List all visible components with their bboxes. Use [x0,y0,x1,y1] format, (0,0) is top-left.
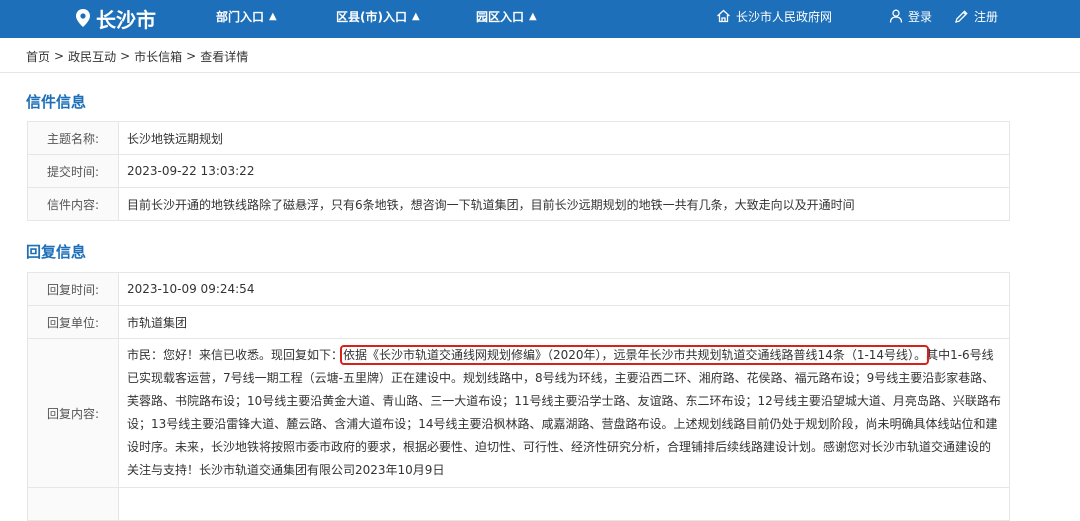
table-row: 回复内容: 市民：您好！来信已收悉。现回复如下：依据《长沙市轨道交通线网规划修编… [27,338,1010,488]
nav-park-entry[interactable]: 园区入口 ▲ [476,0,537,32]
city-name: 长沙市 [96,7,156,32]
subject-value: 长沙地铁远期规划 [118,121,1010,155]
table-row: 信件内容: 目前长沙开通的地铁线路除了磁悬浮，只有6条地铁，想咨询一下轨道集团，… [27,187,1010,221]
header-divider [0,72,1080,73]
reply-content-intro: 市民：您好！来信已收悉。现回复如下： [127,348,344,362]
letter-content-value: 目前长沙开通的地铁线路除了磁悬浮，只有6条地铁，想咨询一下轨道集团，目前长沙远期… [118,187,1010,221]
register-link[interactable]: 注册 [954,0,998,32]
breadcrumb-interaction[interactable]: 政民互动 [68,48,116,65]
highlighted-reply-text: 依据《长沙市轨道交通线网规划修编》（2020年），远景年长沙市共规划轨道交通线路… [340,345,930,365]
login-link[interactable]: 登录 [889,0,932,32]
gov-website-link[interactable]: 长沙市人民政府网 [716,0,832,32]
breadcrumb-separator: > [54,49,65,63]
top-navigation-bar: 长沙市 部门入口 ▲ 区县(市)入口 ▲ 园区入口 ▲ 长沙市人民政府网 登录 注册 [0,0,1080,38]
reply-unit-value: 市轨道集团 [118,305,1010,339]
reply-content-label: 回复内容: [27,338,119,488]
reply-unit-label: 回复单位: [27,305,119,339]
reply-content-body: 其中1-6号线已实现载客运营，7号线一期工程（云塘-五里牌）正在建设中。规划线路… [127,348,1001,477]
reply-content-value: 市民：您好！来信已收悉。现回复如下：依据《长沙市轨道交通线网规划修编》（2020… [118,338,1010,488]
home-icon [717,9,730,23]
letter-info-table: 主题名称: 长沙地铁远期规划 提交时间: 2023-09-22 13:03:22… [27,121,1010,221]
breadcrumb-home[interactable]: 首页 [26,48,50,65]
triangle-up-icon: ▲ [411,10,420,22]
triangle-up-icon: ▲ [269,10,277,22]
city-brand[interactable]: 长沙市 [76,4,156,32]
empty-label [27,487,119,521]
pencil-icon [955,9,968,23]
breadcrumb-separator: > [120,49,131,63]
table-row: 主题名称: 长沙地铁远期规划 [27,121,1010,155]
triangle-up-icon: ▲ [529,10,537,22]
breadcrumb-separator: > [186,49,197,63]
location-pin-icon [76,9,90,27]
subject-label: 主题名称: [27,121,119,155]
breadcrumb-current: 查看详情 [200,49,249,64]
letter-section-title: 信件信息 [26,93,87,111]
empty-value [118,487,1010,521]
nav-district-entry[interactable]: 区县(市)入口 ▲ [336,0,420,32]
table-row: 回复单位: 市轨道集团 [27,305,1010,339]
table-row: 提交时间: 2023-09-22 13:03:22 [27,154,1010,188]
nav-department-entry[interactable]: 部门入口 ▲ [216,0,277,32]
table-row [27,487,1010,521]
reply-time-label: 回复时间: [27,272,119,306]
submit-time-value: 2023-09-22 13:03:22 [118,154,1010,188]
breadcrumb-mayor-mailbox[interactable]: 市长信箱 [134,48,182,65]
letter-content-label: 信件内容: [27,187,119,221]
reply-time-value: 2023-10-09 09:24:54 [118,272,1010,306]
user-icon [889,9,903,23]
reply-info-table: 回复时间: 2023-10-09 09:24:54 回复单位: 市轨道集团 回复… [27,272,1010,521]
submit-time-label: 提交时间: [27,154,119,188]
breadcrumb: 首页 > 政民互动 > 市长信箱 > 查看详情 [26,47,248,65]
reply-section-title: 回复信息 [26,243,87,261]
table-row: 回复时间: 2023-10-09 09:24:54 [27,272,1010,306]
